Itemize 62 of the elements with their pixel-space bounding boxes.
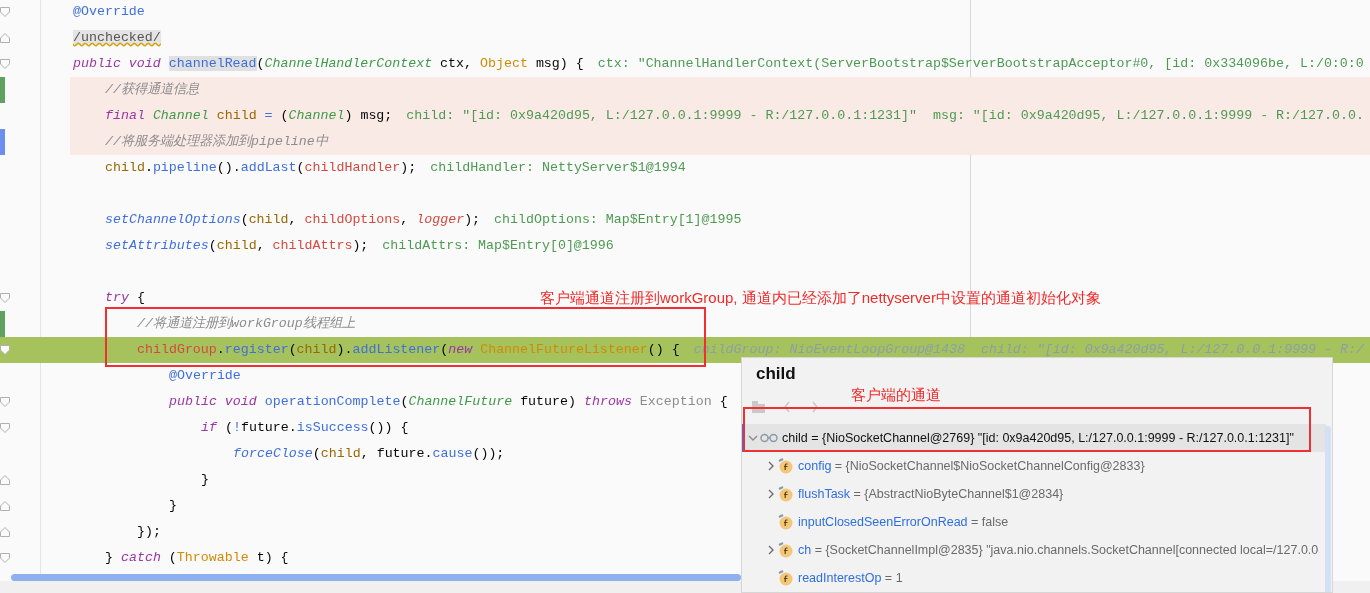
fold-icon[interactable] — [0, 475, 10, 485]
fold-icon[interactable] — [0, 501, 10, 511]
code-line: @Override — [169, 367, 241, 386]
variable-entry: inputClosedSeenErrorOnRead = false — [798, 513, 1009, 531]
chevron-right-icon[interactable] — [766, 461, 776, 471]
variable-entry: flushTask = {AbstractNioByteChannel$1@2834} — [798, 485, 1064, 503]
fold-icon[interactable] — [0, 423, 10, 433]
field-icon — [778, 458, 794, 474]
annotation-text: 客户端通道注册到workGroup, 通道内已经添加了nettyserver中设置的通道初始化对象 — [540, 288, 1101, 308]
tree-row[interactable]: child = {NioSocketChannel@2769} "[id: 0x9a420d95, L:/127.0.0.1:9999 - R:/127.0.0.1:1231]" — [742, 424, 1326, 452]
chevron-right-icon[interactable] — [766, 489, 776, 499]
code-line: @Override — [73, 3, 145, 22]
inline-value-hint: ctx: "ChannelHandlerContext(ServerBootstrap$ServerBootstrapAcceptor#0, [id: 0x334096be, L:/0:0:0 — [597, 55, 1364, 74]
variable-entry: config = {NioSocketChannel$NioSocketChannelConfig@2833} — [798, 457, 1145, 475]
code-line: child.pipeline().addLast(childHandler); — [105, 159, 417, 178]
code-line: } — [201, 471, 209, 490]
variable-entry: ch = {SocketChannelImpl@2835} "java.nio.channels.SocketChannel[connected local=/127.0.0 — [798, 541, 1319, 559]
field-icon — [778, 486, 794, 502]
code-line: public void channelRead(ChannelHandlerContext ctx, Object msg) { — [73, 55, 584, 74]
inline-value-hint: child: "[id: 0x9a420d95, L:/127.0.0.1:9999 - R:/127.0.0.1:1231]" msg: "[id: 0x9a420d95, L:/127.0.0.1:9999 - R:/127.0.0. — [406, 107, 1364, 126]
tree-row[interactable]: readInterestOp = 1 — [742, 564, 1326, 592]
fold-icon[interactable] — [0, 397, 10, 407]
field-icon — [778, 542, 794, 558]
tree-row[interactable]: ch = {SocketChannelImpl@2835} "java.nio.channels.SocketChannel[connected local=/127.0.0 — [742, 536, 1326, 564]
variable-entry: child = {NioSocketChannel@2769} "[id: 0x9a420d95, L:/127.0.0.1:9999 - R:/127.0.0.1:1231]" — [782, 429, 1294, 447]
code-line: if (!future.isSuccess()) { — [201, 419, 409, 438]
field-icon — [778, 514, 794, 530]
popup-title: child — [756, 363, 796, 385]
fold-icon[interactable] — [0, 59, 10, 69]
vertical-scrollbar[interactable] — [1325, 426, 1331, 592]
horizontal-scrollbar[interactable] — [11, 574, 741, 581]
code-line: setChannelOptions(child, childOptions, logger); — [105, 211, 481, 230]
code-line: setAttributes(child, childAttrs); — [105, 237, 369, 256]
code-line: final Channel child = (Channel) msg; — [105, 107, 393, 126]
code-line: }); — [137, 523, 161, 542]
code-line: //将通道注册到workGroup线程组上 — [137, 315, 355, 334]
variable-entry: readInterestOp = 1 — [798, 569, 903, 587]
code-line: try { — [105, 289, 145, 308]
fold-icon[interactable] — [0, 527, 10, 537]
inline-value-hint: childHandler: NettyServer$1@1994 — [430, 159, 686, 178]
inline-value-hint: childAttrs: Map$Entry[0]@1996 — [382, 237, 614, 256]
code-line: //获得通道信息 — [105, 81, 199, 100]
tree-row[interactable]: flushTask = {AbstractNioByteChannel$1@2834} — [742, 480, 1326, 508]
annotation-text: 客户端的通道 — [851, 385, 941, 405]
fold-icon[interactable] — [0, 293, 10, 303]
code-line: forceClose(child, future.cause()); — [233, 445, 505, 464]
code-line: public void operationComplete(ChannelFuture future) throws Exception { — [169, 393, 728, 412]
tree-row[interactable]: config = {NioSocketChannel$NioSocketChannelConfig@2833} — [742, 452, 1326, 480]
code-line: childGroup.register(child).addListener(new ChannelFutureListener() { — [137, 341, 680, 360]
code-line: //将服务端处理器添加到pipeline中 — [105, 133, 328, 152]
code-line: } catch (Throwable t) { — [105, 549, 289, 568]
fold-icon[interactable] — [0, 345, 10, 355]
fold-icon[interactable] — [0, 553, 10, 563]
fold-icon[interactable] — [0, 33, 10, 43]
fold-icon[interactable] — [0, 7, 10, 17]
code-line: } — [169, 497, 177, 516]
inline-value-hint: childOptions: Map$Entry[1]@1995 — [494, 211, 742, 230]
tree-row[interactable]: inputClosedSeenErrorOnRead = false — [742, 508, 1326, 536]
chevron-right-icon[interactable] — [766, 545, 776, 555]
glasses-icon — [760, 433, 778, 443]
chevron-down-icon[interactable] — [748, 433, 758, 443]
field-icon — [778, 570, 794, 586]
